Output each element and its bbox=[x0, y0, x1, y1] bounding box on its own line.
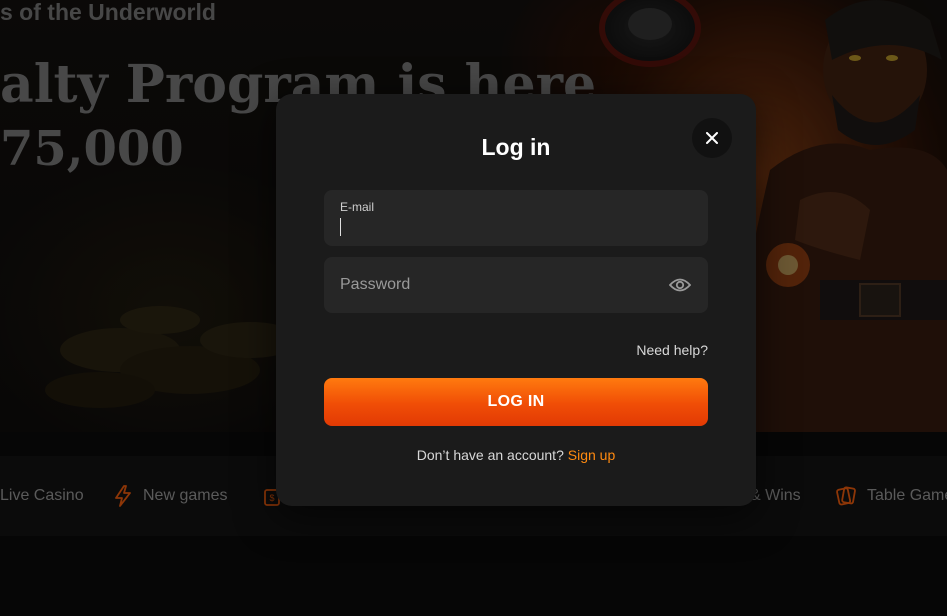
modal-title: Log in bbox=[481, 134, 551, 160]
text-caret bbox=[340, 218, 341, 236]
password-input[interactable] bbox=[340, 274, 660, 296]
password-field[interactable] bbox=[324, 257, 708, 313]
login-modal: Log in E-mail Need help? LOG IN Don’t ha… bbox=[276, 94, 756, 506]
eye-icon bbox=[669, 278, 691, 292]
email-field[interactable]: E-mail bbox=[324, 190, 708, 246]
signup-prompt: Don’t have an account? bbox=[416, 447, 564, 463]
email-input[interactable] bbox=[340, 216, 690, 238]
signup-link[interactable]: Sign up bbox=[568, 447, 615, 463]
signup-row: Don’t have an account? Sign up bbox=[276, 447, 756, 463]
login-button[interactable]: LOG IN bbox=[324, 378, 708, 426]
need-help-link[interactable]: Need help? bbox=[636, 342, 708, 358]
email-label: E-mail bbox=[340, 200, 375, 214]
toggle-password-visibility-button[interactable] bbox=[668, 273, 692, 297]
